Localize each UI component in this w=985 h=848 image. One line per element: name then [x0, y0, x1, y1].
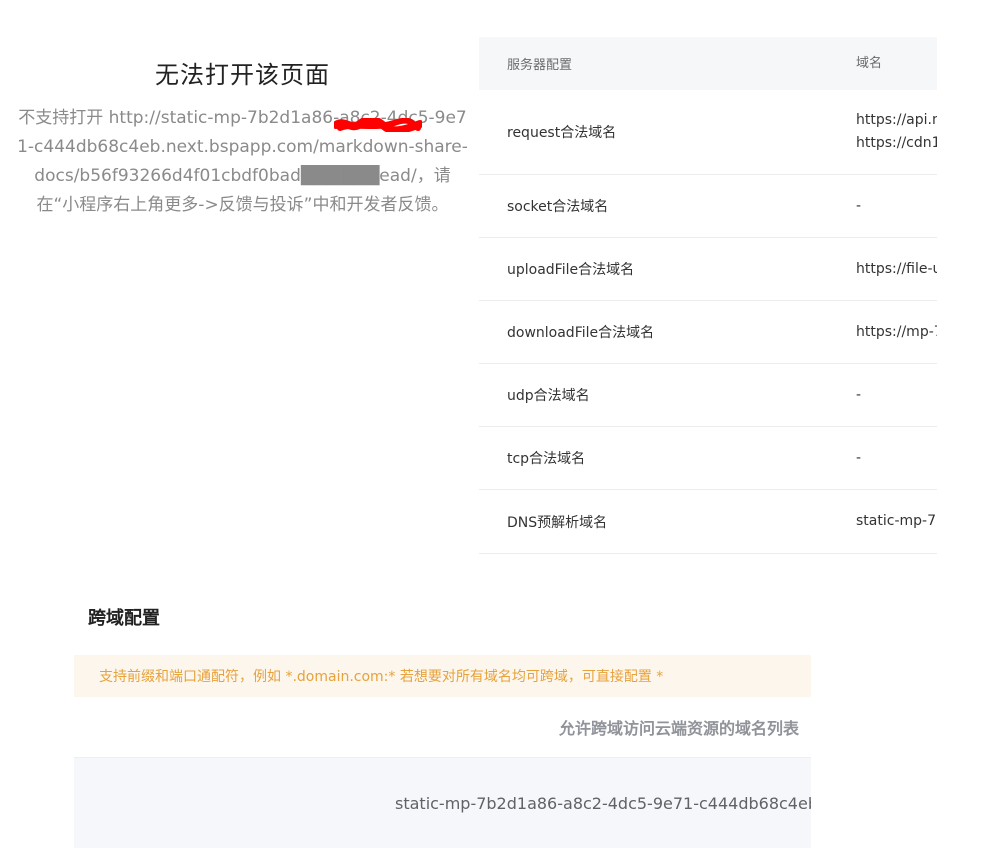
table-row: tcp合法域名 - [479, 427, 937, 490]
table-row: uploadFile合法域名 https://file-u [479, 238, 937, 301]
row-domain: https://mp-7 [856, 323, 937, 340]
redaction-scribble [334, 118, 422, 132]
cors-list-header: 允许跨域访问云端资源的域名列表 [74, 697, 811, 758]
table-row: DNS预解析域名 static-mp-7b [479, 490, 937, 554]
row-name: socket合法域名 [507, 199, 609, 215]
row-name: request合法域名 [507, 125, 617, 141]
cors-domain-table: 允许跨域访问云端资源的域名列表 static-mp-7b2d1a86-a8c2-… [74, 697, 811, 848]
row-domain: static-mp-7b [856, 513, 937, 529]
row-name: downloadFile合法域名 [507, 325, 655, 341]
table-header: 服务器配置 域名 [479, 37, 937, 90]
server-config-table: 服务器配置 域名 request合法域名 https://api.n https… [479, 37, 937, 554]
row-domain-line: https://api.n [856, 112, 937, 128]
row-domain: - [856, 386, 862, 403]
cors-section-title: 跨域配置 [88, 608, 160, 629]
row-domain: https://file-u [856, 260, 937, 277]
cors-notice-alert: 支持前缀和端口通配符，例如 *.domain.com:* 若想要对所有域名均可跨… [74, 655, 811, 697]
row-name: udp合法域名 [507, 388, 590, 404]
table-row: downloadFile合法域名 https://mp-7 [479, 301, 937, 364]
header-server-config: 服务器配置 [507, 58, 573, 73]
row-domain: - [856, 197, 862, 214]
row-name: DNS预解析域名 [507, 514, 608, 531]
table-row: socket合法域名 - [479, 175, 937, 238]
row-domain: - [856, 449, 862, 466]
error-title: 无法打开该页面 [155, 61, 330, 89]
cors-notice-text: 支持前缀和端口通配符，例如 *.domain.com:* 若想要对所有域名均可跨… [99, 669, 664, 685]
error-panel: 无法打开该页面 不支持打开 http://static-mp-7b2d1a86-… [10, 55, 475, 220]
table-row: request合法域名 https://api.n https://cdn1 [479, 90, 937, 175]
header-domain: 域名 [856, 56, 883, 71]
table-row: udp合法域名 - [479, 364, 937, 427]
row-domain: https://api.n https://cdn1 [856, 109, 937, 155]
cors-list-item: static-mp-7b2d1a86-a8c2-4dc5-9e71-c444db… [74, 758, 811, 848]
row-name: tcp合法域名 [507, 451, 586, 467]
row-name: uploadFile合法域名 [507, 262, 635, 278]
row-domain-line: https://cdn1 [856, 135, 937, 151]
page: 无法打开该页面 不支持打开 http://static-mp-7b2d1a86-… [0, 0, 985, 848]
